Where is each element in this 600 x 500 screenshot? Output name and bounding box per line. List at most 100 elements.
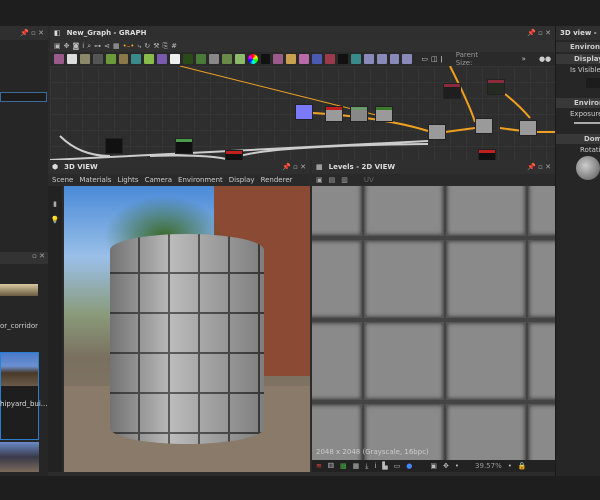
camera-icon[interactable]: ◙ xyxy=(73,42,80,50)
tool-icon[interactable]: ⚒ xyxy=(153,42,159,50)
menu-lights[interactable]: Lights xyxy=(117,176,138,184)
node-icon[interactable] xyxy=(105,54,116,64)
hdr-thumb-1[interactable] xyxy=(0,284,38,296)
graph-node[interactable] xyxy=(519,120,537,136)
center-icon[interactable]: ✥ xyxy=(443,462,449,470)
lock-icon[interactable]: 🔒 xyxy=(518,462,527,470)
node-icon[interactable] xyxy=(195,54,206,64)
camera-icon[interactable]: ▮ xyxy=(48,196,62,212)
move-icon[interactable]: ✥ xyxy=(64,42,70,50)
is-visible-toggle[interactable] xyxy=(586,78,600,88)
menu-materials[interactable]: Materials xyxy=(79,176,111,184)
menu-renderer[interactable]: Renderer xyxy=(261,176,293,184)
node-icon[interactable] xyxy=(144,54,155,64)
light-icon[interactable]: 💡 xyxy=(48,212,62,228)
node-icon[interactable] xyxy=(208,54,219,64)
graph-node[interactable] xyxy=(375,106,393,122)
hdr-thumb-3[interactable] xyxy=(0,442,39,472)
section-environment-sub[interactable]: Environment xyxy=(556,98,600,108)
frame-icon[interactable]: ◫ xyxy=(431,55,438,63)
graph-node[interactable] xyxy=(350,106,368,122)
rotation-dial[interactable] xyxy=(576,156,600,180)
node-icon[interactable] xyxy=(337,54,348,64)
node-icon[interactable] xyxy=(286,54,297,64)
section-environment[interactable]: Environment xyxy=(556,42,600,52)
crop-icon[interactable]: # xyxy=(171,42,177,50)
color-icon[interactable]: ● xyxy=(406,462,412,470)
expand-icon[interactable]: » xyxy=(522,55,526,63)
graph-node[interactable] xyxy=(325,106,343,122)
panel-controls[interactable]: 📌 ▫ ✕ xyxy=(527,29,551,37)
dot-icon[interactable]: • xyxy=(508,462,512,470)
left-search-field[interactable] xyxy=(0,92,47,102)
info-icon[interactable]: i xyxy=(82,42,84,50)
viewport-3d[interactable] xyxy=(64,186,310,472)
node-icon[interactable] xyxy=(389,54,400,64)
node-icon[interactable] xyxy=(402,54,413,64)
shuffle-icon[interactable] xyxy=(92,54,103,64)
section-dome[interactable]: Dome xyxy=(556,134,600,144)
graph-node[interactable] xyxy=(475,118,493,134)
export-icon[interactable]: ⎘ xyxy=(163,42,169,51)
histogram-icon[interactable]: ▙ xyxy=(382,462,387,470)
node-icon[interactable] xyxy=(234,54,245,64)
node-icon[interactable] xyxy=(376,54,387,64)
node-icon[interactable] xyxy=(260,54,271,64)
grid-icon[interactable]: ▦ xyxy=(113,42,120,50)
copy-icon[interactable]: ▥ xyxy=(341,176,348,184)
exposure-slider[interactable] xyxy=(574,122,600,124)
menu-scene[interactable]: Scene xyxy=(52,176,73,184)
node-icon[interactable] xyxy=(170,54,181,64)
display-icon[interactable]: ▣ xyxy=(316,176,323,184)
node-icon[interactable] xyxy=(131,54,142,64)
share-icon[interactable]: ⋖ xyxy=(104,42,110,50)
section-display[interactable]: Display xyxy=(556,54,600,64)
route-icon[interactable]: ⤷ xyxy=(137,42,141,51)
color-wheel-icon[interactable] xyxy=(247,54,258,64)
link-icon[interactable]: ●● xyxy=(539,55,551,63)
node-icon[interactable] xyxy=(157,54,168,64)
link-icon[interactable]: ⊶ xyxy=(94,42,101,50)
menu-environment[interactable]: Environment xyxy=(178,176,223,184)
zoom-level[interactable]: 39.57% xyxy=(475,462,502,470)
info-icon[interactable]: i xyxy=(374,462,376,470)
node-icon[interactable] xyxy=(118,54,129,64)
menu-camera[interactable]: Camera xyxy=(145,176,172,184)
hdr-thumb-selected[interactable] xyxy=(0,352,39,440)
layers-icon[interactable]: ≋ xyxy=(316,462,322,470)
dice-icon[interactable]: ⚅ xyxy=(328,462,334,470)
node-icon[interactable] xyxy=(221,54,232,64)
dot-icon[interactable]: • xyxy=(455,462,459,470)
node-icon[interactable] xyxy=(54,54,64,64)
panel-controls[interactable]: 📌 ▫ ✕ xyxy=(527,163,551,171)
node-icon[interactable] xyxy=(350,54,361,64)
panel-controls[interactable]: 📌 ▫ ✕ xyxy=(20,29,44,37)
refresh-icon[interactable]: ↻ xyxy=(144,42,150,50)
viewport-2d[interactable]: 2048 x 2048 (Grayscale, 16bpc) xyxy=(312,186,555,460)
fit-icon[interactable]: ▣ xyxy=(430,462,437,470)
graph-node-dark[interactable] xyxy=(443,83,461,99)
pin-icon[interactable]: ǀ xyxy=(441,55,443,63)
comment-icon[interactable]: ▭ xyxy=(421,55,428,63)
graph-node[interactable] xyxy=(428,124,446,140)
graph-node-dark[interactable] xyxy=(105,138,123,154)
node-icon[interactable] xyxy=(363,54,374,64)
connect-icon[interactable]: •–• xyxy=(123,42,135,50)
monitor-icon[interactable]: ▭ xyxy=(394,462,401,470)
uv-dropdown[interactable]: UV xyxy=(364,176,374,184)
picker-icon[interactable]: ⤓ xyxy=(365,462,368,471)
node-icon[interactable] xyxy=(66,54,77,64)
panel-controls[interactable]: 📌 ▫ ✕ xyxy=(282,163,306,171)
graph-node-dark[interactable] xyxy=(487,79,505,95)
grid-icon[interactable]: ▦ xyxy=(353,462,360,470)
save-icon[interactable]: ▤ xyxy=(329,176,336,184)
graph-node-blue[interactable] xyxy=(295,104,313,120)
channels-icon[interactable]: ▩ xyxy=(340,462,347,470)
search-icon[interactable]: ⌕ xyxy=(87,42,91,51)
node-icon[interactable] xyxy=(79,54,90,64)
menu-display[interactable]: Display xyxy=(229,176,255,184)
node-icon[interactable] xyxy=(183,54,193,64)
frame-icon[interactable]: ▣ xyxy=(54,42,61,50)
node-icon[interactable] xyxy=(299,54,310,64)
graph-node-dark[interactable] xyxy=(175,138,193,154)
